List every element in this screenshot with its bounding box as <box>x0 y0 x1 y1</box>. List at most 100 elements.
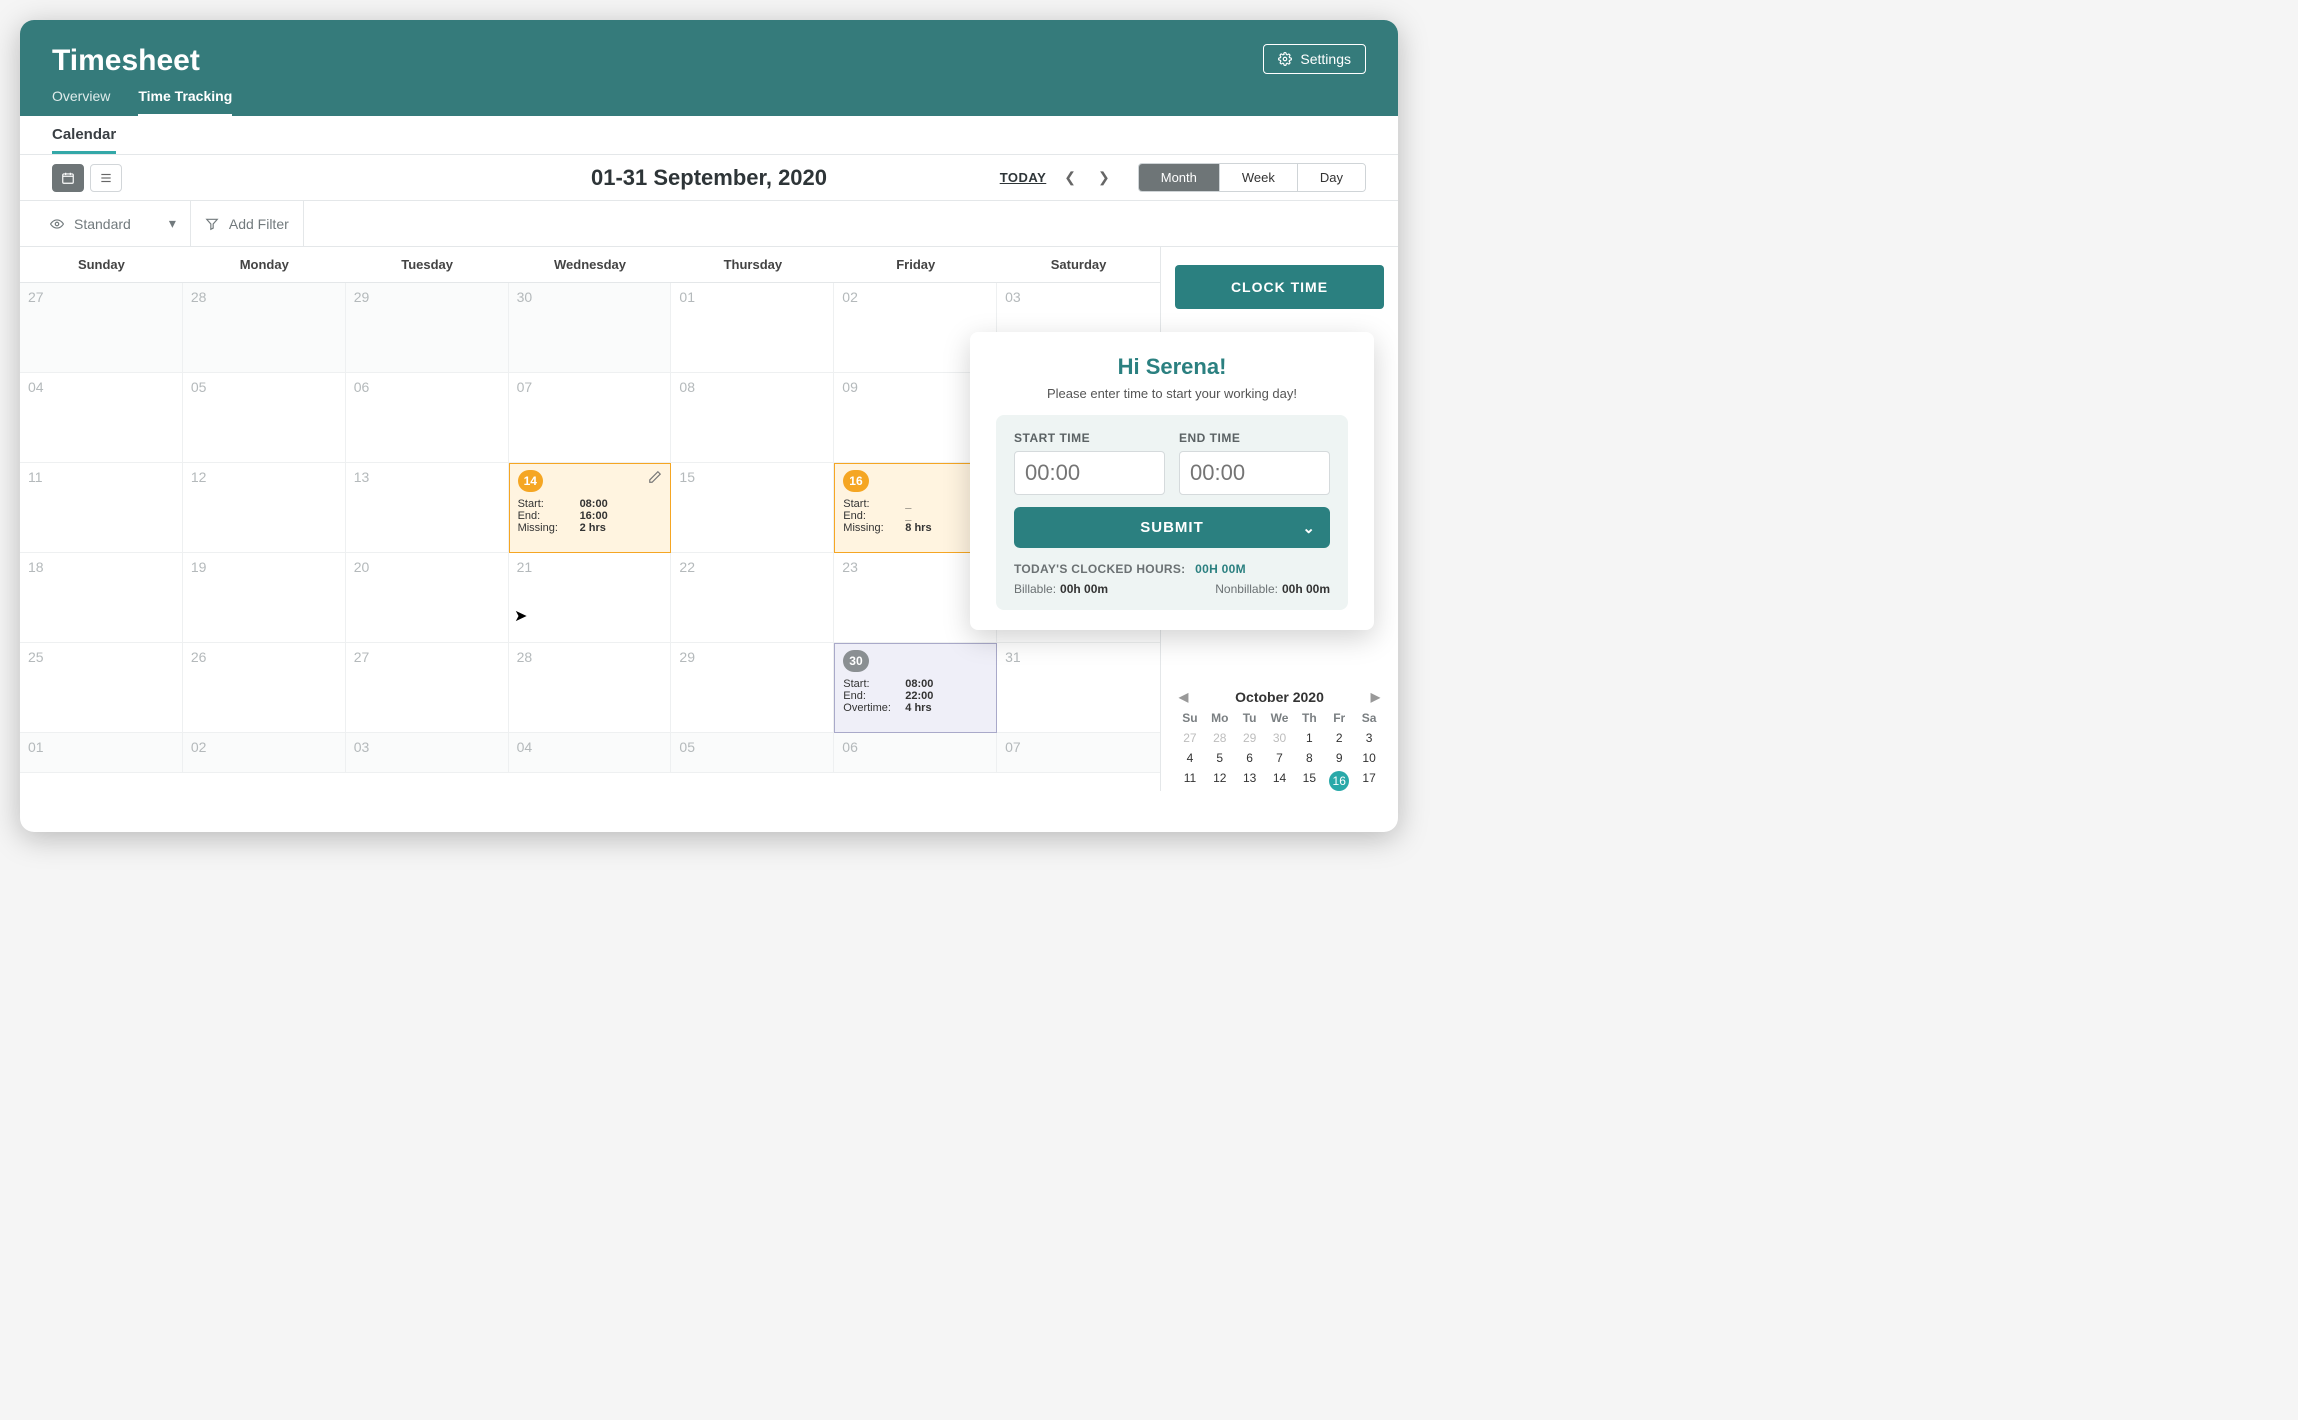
day-number: 01 <box>28 739 44 755</box>
calendar-cell[interactable]: 04 <box>20 373 183 463</box>
end-time-input[interactable] <box>1179 451 1330 495</box>
mini-day[interactable]: 30 <box>1273 731 1286 745</box>
mini-day[interactable]: 27 <box>1183 731 1196 745</box>
mini-weekday: Th <box>1294 711 1324 725</box>
funnel-icon <box>205 217 219 231</box>
day-number: 25 <box>28 649 44 665</box>
calendar-cell[interactable]: 15 <box>671 463 834 553</box>
day-number: 23 <box>842 559 858 575</box>
view-calendar-button[interactable] <box>52 164 84 192</box>
calendar-cell[interactable]: 14Start:08:00End:16:00Missing:2 hrs <box>509 463 672 553</box>
calendar-cell[interactable]: 03 <box>346 733 509 773</box>
tab-time-tracking[interactable]: Time Tracking <box>138 88 232 116</box>
mini-day[interactable]: 10 <box>1362 751 1375 765</box>
mini-day[interactable]: 8 <box>1306 751 1313 765</box>
calendar-cell[interactable]: 05 <box>183 373 346 463</box>
mini-cal-prev[interactable]: ◀ <box>1179 690 1188 704</box>
start-time-input[interactable] <box>1014 451 1165 495</box>
day-number: 02 <box>191 739 207 755</box>
calendar-cell[interactable]: 12 <box>183 463 346 553</box>
day-badge: 14 <box>518 470 543 492</box>
calendar-cell[interactable]: 21 <box>509 553 672 643</box>
calendar-cell[interactable]: 26 <box>183 643 346 733</box>
mini-day[interactable]: 6 <box>1246 751 1253 765</box>
period-month-button[interactable]: Month <box>1139 164 1220 191</box>
calendar-cell[interactable]: 28 <box>509 643 672 733</box>
calendar-cell[interactable]: 04 <box>509 733 672 773</box>
calendar-cell[interactable]: 29 <box>346 283 509 373</box>
eye-icon <box>50 217 64 231</box>
calendar-cell[interactable]: 06 <box>834 733 997 773</box>
subtab-calendar[interactable]: Calendar <box>52 126 116 154</box>
mini-day[interactable]: 9 <box>1336 751 1343 765</box>
mini-day[interactable]: 3 <box>1366 731 1373 745</box>
period-week-button[interactable]: Week <box>1220 164 1298 191</box>
calendar-cell[interactable]: 02 <box>183 733 346 773</box>
filter-preset[interactable]: Standard ▾ <box>40 201 191 246</box>
mini-day[interactable]: 11 <box>1184 771 1196 785</box>
calendar-cell[interactable]: 28 <box>183 283 346 373</box>
calendar-cell[interactable]: 30 <box>509 283 672 373</box>
mini-day[interactable]: 16 <box>1329 771 1349 791</box>
calendar-cell[interactable]: 05 <box>671 733 834 773</box>
weekday-label: Monday <box>183 247 346 282</box>
day-number: 05 <box>191 379 207 395</box>
mini-day[interactable]: 7 <box>1276 751 1283 765</box>
date-range-label: 01-31 September, 2020 <box>591 165 827 191</box>
mini-day[interactable]: 15 <box>1303 771 1316 785</box>
mini-day[interactable]: 29 <box>1243 731 1256 745</box>
submit-time-button[interactable]: SUBMIT ⌄ <box>1014 507 1330 548</box>
calendar-cell[interactable]: 22 <box>671 553 834 643</box>
calendar-cell[interactable]: 25 <box>20 643 183 733</box>
mini-weekday: We <box>1265 711 1295 725</box>
calendar-cell[interactable]: 27 <box>346 643 509 733</box>
hours-breakdown: Billable:00h 00m Nonbillable:00h 00m <box>1014 582 1330 596</box>
calendar-cell[interactable]: 08 <box>671 373 834 463</box>
day-number: 19 <box>191 559 207 575</box>
calendar-cell[interactable]: 07 <box>997 733 1160 773</box>
calendar-cell[interactable]: 18 <box>20 553 183 643</box>
settings-button[interactable]: Settings <box>1263 44 1366 74</box>
calendar-cell[interactable]: 01 <box>671 283 834 373</box>
mini-day[interactable]: 28 <box>1213 731 1226 745</box>
day-number: 04 <box>28 379 44 395</box>
calendar-cell[interactable]: 19 <box>183 553 346 643</box>
mini-weekday: Fr <box>1324 711 1354 725</box>
mini-day[interactable]: 2 <box>1336 731 1343 745</box>
mini-day[interactable]: 14 <box>1273 771 1286 785</box>
today-link[interactable]: TODAY <box>1000 170 1047 185</box>
mini-day[interactable]: 5 <box>1216 751 1223 765</box>
day-number: 18 <box>28 559 44 575</box>
chevron-down-icon: ▾ <box>169 215 176 232</box>
tab-overview[interactable]: Overview <box>52 88 110 116</box>
mini-day[interactable]: 1 <box>1306 731 1313 745</box>
calendar-cell[interactable]: 11 <box>20 463 183 553</box>
calendar-cell[interactable]: 20 <box>346 553 509 643</box>
prev-period-button[interactable]: ❮ <box>1060 165 1080 190</box>
edit-entry-icon[interactable] <box>648 470 662 487</box>
next-period-button[interactable]: ❯ <box>1094 165 1114 190</box>
day-number: 28 <box>191 289 207 305</box>
mini-day[interactable]: 13 <box>1243 771 1256 785</box>
day-number: 06 <box>842 739 858 755</box>
mini-day[interactable]: 4 <box>1187 751 1194 765</box>
mini-day[interactable]: 12 <box>1213 771 1226 785</box>
clock-time-button[interactable]: CLOCK TIME <box>1175 265 1384 309</box>
submit-label: SUBMIT <box>1140 519 1204 536</box>
calendar-cell[interactable]: 31 <box>997 643 1160 733</box>
calendar-cell[interactable]: 29 <box>671 643 834 733</box>
mini-cal-next[interactable]: ▶ <box>1371 690 1380 704</box>
calendar-cell[interactable]: 30Start:08:00End:22:00Overtime:4 hrs <box>834 643 997 733</box>
period-day-button[interactable]: Day <box>1298 164 1365 191</box>
calendar-cell[interactable]: 06 <box>346 373 509 463</box>
calendar-cell[interactable]: 01 <box>20 733 183 773</box>
mini-cal-title: October 2020 <box>1235 689 1324 705</box>
day-number: 15 <box>679 469 695 485</box>
add-filter-button[interactable]: Add Filter <box>191 201 304 246</box>
calendar-cell[interactable]: 27 <box>20 283 183 373</box>
filter-bar: Standard ▾ Add Filter <box>20 201 1398 247</box>
mini-day[interactable]: 17 <box>1362 771 1375 785</box>
view-list-button[interactable] <box>90 164 122 192</box>
calendar-cell[interactable]: 07 <box>509 373 672 463</box>
calendar-cell[interactable]: 13 <box>346 463 509 553</box>
